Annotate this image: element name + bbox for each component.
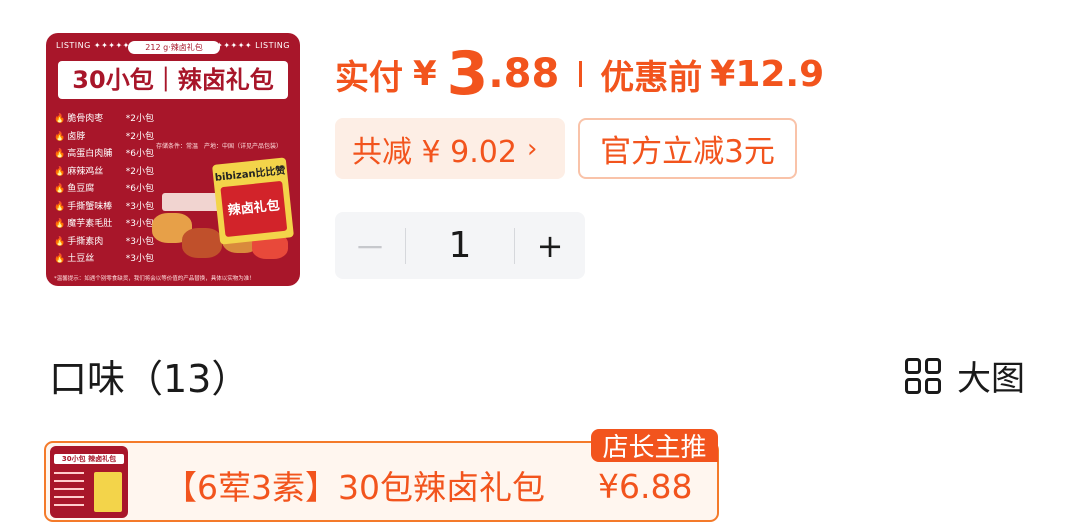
pay-currency: ¥ xyxy=(413,54,437,94)
pay-label: 实付 xyxy=(335,57,403,98)
option-price: ¥6.88 xyxy=(598,467,693,506)
flame-icon: 🔥 xyxy=(54,254,66,264)
official-discount-chip[interactable]: 官方立减3元 xyxy=(578,118,797,179)
listing-right: ✦✦✦✦✦ LISTING xyxy=(216,41,290,50)
product-item: 🔥 高蛋白肉脯 *6小包 xyxy=(54,149,154,159)
original-price: ¥12.9 xyxy=(710,53,825,95)
option-thumbnail-title: 30小包 辣卤礼包 xyxy=(54,454,124,464)
product-meta: 存储条件：常温 产地：中国（详见产品包装） xyxy=(156,143,283,150)
grid-view-icon xyxy=(905,357,941,394)
product-footnote: *温馨提示：如遇个别零食缺货，我们将会以等价值的产品替换，具体以实物为准！ xyxy=(54,276,255,282)
flavor-section-title: 口味（13） xyxy=(49,357,250,401)
product-item: 🔥 手撕素肉 *3小包 xyxy=(54,236,154,247)
total-discount-text: 共减 ¥ 9.02 xyxy=(352,134,517,170)
flame-icon: 🔥 xyxy=(54,236,66,247)
product-item: 🔥 麻辣鸡丝 *2小包 xyxy=(54,166,154,177)
flame-icon: 🔥 xyxy=(54,184,66,194)
quantity-stepper: － 1 + xyxy=(335,212,585,279)
product-item: 🔥 卤脖 *2小包 xyxy=(54,131,154,142)
original-price-label: 优惠前 xyxy=(600,57,703,98)
recommend-badge: 店长主推 xyxy=(591,429,718,463)
pay-price-integer: 3 xyxy=(446,39,489,109)
product-item: 🔥 手撕蟹味棒 *3小包 xyxy=(54,201,154,212)
product-item: 🔥 鱼豆腐 *6小包 xyxy=(54,184,154,194)
price-divider xyxy=(579,61,583,87)
flame-icon: 🔥 xyxy=(54,114,66,124)
product-item: 🔥 脆骨肉枣 *2小包 xyxy=(54,114,154,124)
product-item: 🔥 土豆丝 *3小包 xyxy=(54,254,154,264)
quantity-value[interactable]: 1 xyxy=(406,225,514,266)
decrement-button[interactable]: － xyxy=(335,223,405,269)
product-item: 🔥 魔芋素毛肚 *3小包 xyxy=(54,219,154,229)
option-label: 【6荤3素】30包辣卤礼包 xyxy=(164,468,545,507)
product-image-title: 30小包｜辣卤礼包 xyxy=(58,61,288,99)
pay-price-decimal: .88 xyxy=(488,51,560,97)
flame-icon: 🔥 xyxy=(54,166,66,177)
big-view-label: 大图 xyxy=(957,359,1025,399)
flame-icon: 🔥 xyxy=(54,131,66,142)
flame-icon: 🔥 xyxy=(54,201,66,212)
big-view-toggle[interactable]: 大图 xyxy=(905,351,1025,400)
listing-left: LISTING ✦✦✦✦✦ xyxy=(56,41,130,50)
total-discount-chip[interactable]: 共减 ¥ 9.02 › xyxy=(335,118,565,179)
chevron-right-icon: › xyxy=(526,133,538,164)
product-image[interactable]: LISTING ✦✦✦✦✦ ✦✦✦✦✦ LISTING 212 g·辣卤礼包 3… xyxy=(46,33,300,286)
price-row: 实付 ¥ 3 .88 优惠前 ¥12.9 xyxy=(335,38,824,110)
flame-icon: 🔥 xyxy=(54,149,66,159)
option-thumbnail: 30小包 辣卤礼包 xyxy=(50,446,128,518)
package-image: bibizan比比赞 辣卤礼包 xyxy=(212,157,294,245)
increment-button[interactable]: + xyxy=(515,227,585,265)
weight-tag: 212 g·辣卤礼包 xyxy=(128,41,220,54)
flame-icon: 🔥 xyxy=(54,219,66,229)
product-item-list: 🔥 脆骨肉枣 *2小包 🔥 卤脖 *2小包 🔥 高蛋白肉脯 *6小包 🔥 麻辣鸡丝 *2小包 🔥… xyxy=(54,111,154,269)
